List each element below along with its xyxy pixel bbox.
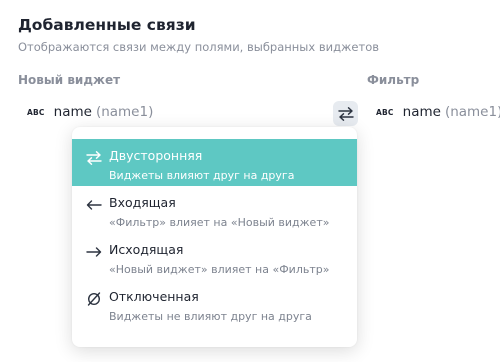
option-label: Отключенная — [109, 289, 199, 304]
section-title: Добавленные связи — [18, 16, 196, 34]
link-type-button[interactable] — [333, 101, 358, 126]
option-description: «Фильтр» влияет на «Новый виджет» — [109, 216, 330, 229]
field-id: (name1) — [444, 104, 500, 120]
option-bidirectional[interactable]: Двусторонняя Виджеты влияют друг на друг… — [72, 139, 357, 186]
option-description: Виджеты не влияют друг на друга — [109, 310, 312, 323]
option-label: Двусторонняя — [109, 148, 203, 163]
option-description: Виджеты влияют друг на друга — [109, 169, 295, 182]
option-label: Входящая — [109, 195, 176, 210]
abc-type-icon: ABC — [27, 107, 45, 117]
option-description: «Новый виджет» влияет на «Фильтр» — [109, 263, 330, 276]
arrow-right-icon — [86, 247, 102, 257]
right-field-selector[interactable]: ABC name (name1) — [376, 104, 500, 120]
abc-type-icon: ABC — [376, 107, 394, 117]
option-incoming[interactable]: Входящая «Фильтр» влияет на «Новый видже… — [72, 186, 357, 233]
right-column-label: Фильтр — [367, 73, 420, 87]
left-column-label: Новый виджет — [18, 73, 121, 87]
section-subtitle: Отображаются связи между полями, выбранн… — [18, 40, 380, 54]
option-outgoing[interactable]: Исходящая «Новый виджет» влияет на «Филь… — [72, 233, 357, 280]
field-id: (name1) — [95, 104, 154, 120]
field-name: name — [402, 104, 441, 120]
option-disabled[interactable]: Отключенная Виджеты не влияют друг на др… — [72, 280, 357, 327]
swap-arrows-icon — [337, 106, 354, 121]
field-name: name — [53, 104, 92, 120]
arrow-left-icon — [86, 200, 102, 210]
left-field-selector[interactable]: ABC name (name1) — [27, 104, 153, 120]
link-type-dropdown: Двусторонняя Виджеты влияют друг на друг… — [72, 127, 357, 347]
swap-arrows-icon — [86, 151, 102, 165]
option-label: Исходящая — [109, 242, 184, 257]
disabled-icon — [87, 292, 101, 306]
